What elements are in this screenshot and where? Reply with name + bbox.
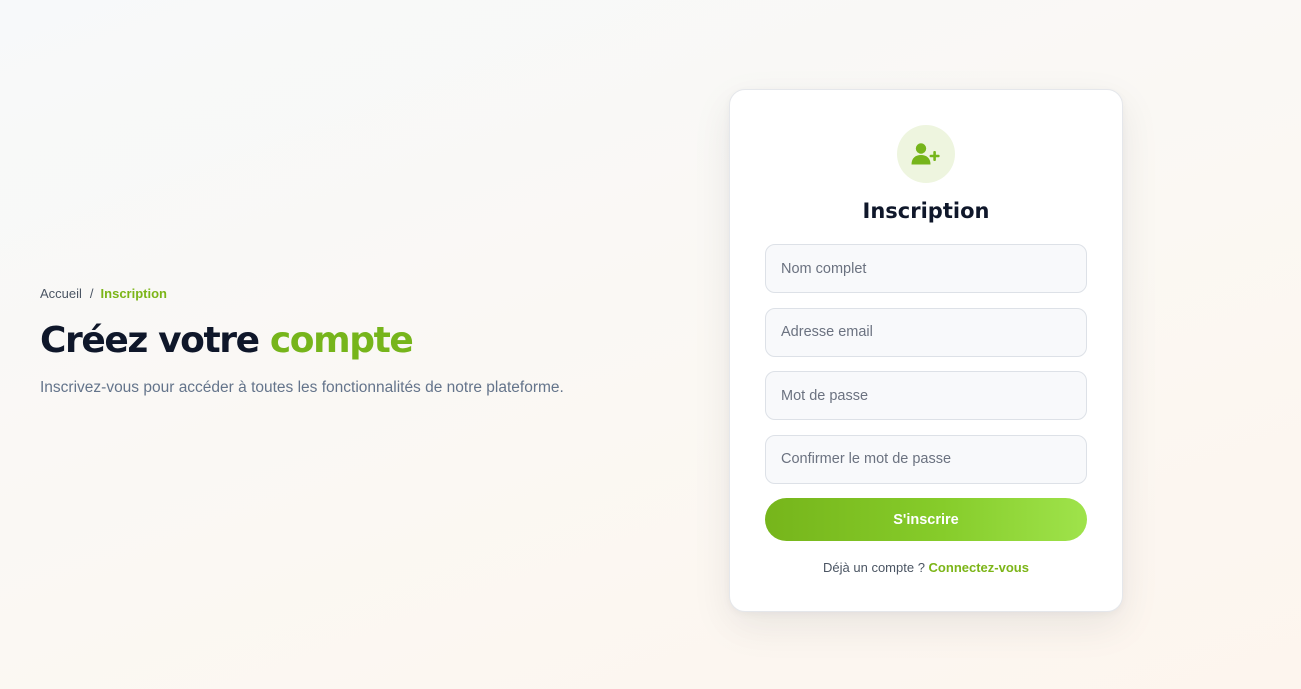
breadcrumb-home-link[interactable]: Accueil [40,286,82,302]
email-input[interactable] [765,307,1087,357]
page-title-main: Créez votre [40,320,260,361]
confirm-password-input[interactable] [765,434,1087,484]
signup-button[interactable]: S'inscrire [765,498,1087,541]
breadcrumb-current: Inscription [100,286,167,301]
signup-form: S'inscrire [765,244,1087,541]
hero-section: Accueil / Inscription Créez votre compte… [40,286,660,399]
user-plus-icon-badge [897,125,955,183]
password-input[interactable] [765,371,1087,420]
page-title: Créez votre compte [40,319,660,363]
breadcrumb: Accueil / Inscription [40,286,660,302]
login-prompt-text: Déjà un compte ? [823,560,929,575]
user-plus-icon [911,143,940,165]
page-subtitle: Inscrivez-vous pour accéder à toutes les… [40,379,564,396]
full-name-input[interactable] [765,244,1087,293]
page-title-accent: compte [269,320,414,361]
signup-card: Inscription S'inscrire Déjà un compte ? … [729,89,1123,612]
card-title: Inscription [862,199,990,223]
login-link[interactable]: Connectez-vous [929,560,1029,575]
login-prompt: Déjà un compte ? Connectez-vous [765,560,1087,576]
breadcrumb-separator: / [89,286,94,301]
